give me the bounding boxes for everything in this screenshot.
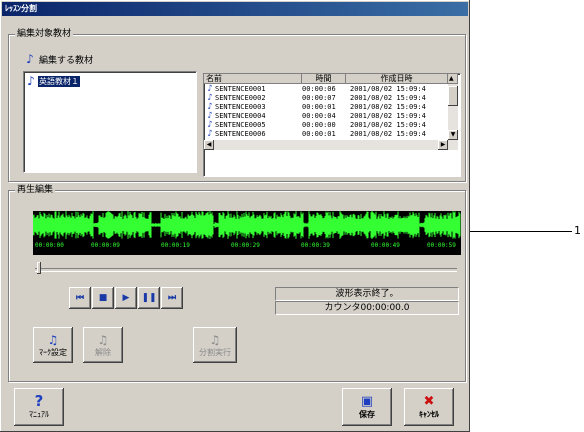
manual-button[interactable]: ? ﾏﾆｭｱﾙ: [14, 388, 64, 426]
vertical-scrollbar[interactable]: ▼: [448, 84, 458, 140]
floppy-disk-icon: ▣: [360, 394, 374, 409]
time-tick: 00:00:59: [427, 242, 456, 249]
material-tree-item-label: 英語教材１: [38, 76, 80, 87]
cancel-label: ｷｬﾝｾﾙ: [419, 410, 439, 419]
cancel-icon: ✖: [423, 394, 435, 409]
material-header: ♪ 編集する教材: [25, 52, 94, 67]
list-item-created: 2001/08/02 15:09:4: [350, 94, 426, 102]
music-note-icon: ♪: [27, 74, 35, 88]
list-item-name: SENTENCE0005: [215, 121, 266, 129]
time-tick: 00:00:49: [371, 242, 400, 249]
time-tick: 00:00:29: [231, 242, 260, 249]
stop-icon: ■: [98, 293, 108, 303]
list-item-time: 00:00:01: [302, 130, 336, 138]
column-header-time[interactable]: 時間: [302, 74, 346, 84]
playback-edit-group-title: 再生編集: [15, 184, 56, 196]
list-item-name: SENTENCE0004: [215, 112, 266, 120]
mark-set-label: ﾏｰｸ設定: [39, 347, 67, 357]
release-label: 解除: [95, 347, 111, 357]
list-item-time: 00:00:04: [302, 112, 336, 120]
status-message: 波形表示終了。: [275, 287, 459, 301]
target-material-group-title: 編集対象教材: [15, 28, 74, 40]
play-button[interactable]: ▶: [115, 287, 137, 309]
callout-number: 1: [574, 224, 581, 237]
list-item-created: 2001/08/02 15:09:4: [350, 130, 426, 138]
scroll-left-arrow-icon[interactable]: ◀: [204, 140, 214, 150]
save-label: 保存: [359, 410, 375, 419]
time-tick: 00:00:00: [35, 242, 64, 249]
time-tick: 00:00:19: [161, 242, 190, 249]
scroll-down-arrow-icon[interactable]: ▼: [448, 130, 458, 140]
material-tree-item[interactable]: ♪ 英語教材１: [26, 75, 80, 88]
list-item-created: 2001/08/02 15:09:4: [350, 121, 426, 129]
list-item-time: 00:00:00: [302, 121, 336, 129]
skip-to-end-icon: ⏭: [167, 293, 177, 303]
list-item-name: SENTENCE0006: [215, 130, 266, 138]
list-item-name: SENTENCE0001: [215, 85, 266, 93]
list-item-time: 00:00:06: [302, 85, 336, 93]
media-controls: ⏮ ■ ▶ ❚❚ ⏭: [69, 287, 209, 309]
scroll-up-arrow-icon[interactable]: ▲: [448, 74, 458, 84]
stop-button[interactable]: ■: [92, 287, 114, 309]
target-material-group: 編集対象教材 ♪ 編集する教材 ♪ 英語教材１ 名前 時間 作成日時 ▲ ♪ S…: [8, 28, 466, 182]
seek-slider-track[interactable]: [35, 268, 457, 272]
window-title: ﾚｯｽﾝ分割: [2, 2, 468, 16]
split-execute-label: 分割実行: [199, 347, 231, 357]
help-question-icon: ?: [34, 392, 44, 410]
scroll-right-arrow-icon[interactable]: ▶: [438, 140, 448, 150]
list-item-name: SENTENCE0002: [215, 94, 266, 102]
skip-to-end-button[interactable]: ⏭: [161, 287, 183, 309]
double-note-icon: ♫: [47, 332, 59, 347]
pause-button[interactable]: ❚❚: [138, 287, 160, 309]
callout-line: [470, 231, 572, 232]
seek-slider-thumb[interactable]: [37, 262, 41, 274]
waveform-display[interactable]: 00:00:00 00:00:09 00:00:19 00:00:29 00:0…: [33, 211, 461, 255]
pause-icon: ❚❚: [141, 293, 157, 303]
time-tick: 00:00:39: [301, 242, 330, 249]
list-item-time: 00:00:01: [302, 103, 336, 111]
column-header-created[interactable]: 作成日時: [346, 74, 448, 84]
lesson-split-window: ﾚｯｽﾝ分割 編集対象教材 ♪ 編集する教材 ♪ 英語教材１ 名前 時間 作成日…: [0, 0, 470, 432]
manual-label: ﾏﾆｭｱﾙ: [29, 410, 49, 419]
material-label: 編集する教材: [39, 56, 94, 66]
save-button[interactable]: ▣ 保存: [342, 388, 392, 426]
horizontal-scrollbar[interactable]: ◀ ▶: [204, 140, 458, 150]
list-item-name: SENTENCE0003: [215, 103, 266, 111]
list-item-created: 2001/08/02 15:09:4: [350, 103, 426, 111]
playback-edit-group: 再生編集 00:00:00 00:00:09 00:00:19 00:00:29…: [8, 184, 466, 382]
skip-to-start-button[interactable]: ⏮: [69, 287, 91, 309]
mark-set-button[interactable]: ♫ ﾏｰｸ設定: [33, 327, 73, 363]
release-button[interactable]: ♫ 解除: [83, 327, 123, 363]
list-item-time: 00:00:07: [302, 94, 336, 102]
list-item-created: 2001/08/02 15:09:4: [350, 112, 426, 120]
play-icon: ▶: [122, 293, 130, 303]
list-item-created: 2001/08/02 15:09:4: [350, 85, 426, 93]
skip-to-start-icon: ⏮: [75, 293, 85, 303]
double-note-icon: ♫: [209, 332, 221, 347]
music-note-icon: ♪: [26, 52, 34, 66]
split-execute-button[interactable]: ♫ 分割実行: [193, 327, 237, 363]
double-note-icon: ♫: [97, 332, 109, 347]
column-header-name[interactable]: 名前: [204, 74, 302, 84]
sentence-list[interactable]: 名前 時間 作成日時 ▲ ♪ SENTENCE0001 00:00:06 200…: [203, 73, 461, 177]
music-note-icon: ♪: [207, 129, 213, 139]
cancel-button[interactable]: ✖ ｷｬﾝｾﾙ: [404, 388, 454, 426]
time-tick: 00:00:09: [91, 242, 120, 249]
scroll-thumb[interactable]: [448, 86, 458, 106]
material-tree[interactable]: ♪ 英語教材１: [23, 71, 197, 173]
counter-display: カウンタ00:00:00.0: [275, 301, 459, 315]
